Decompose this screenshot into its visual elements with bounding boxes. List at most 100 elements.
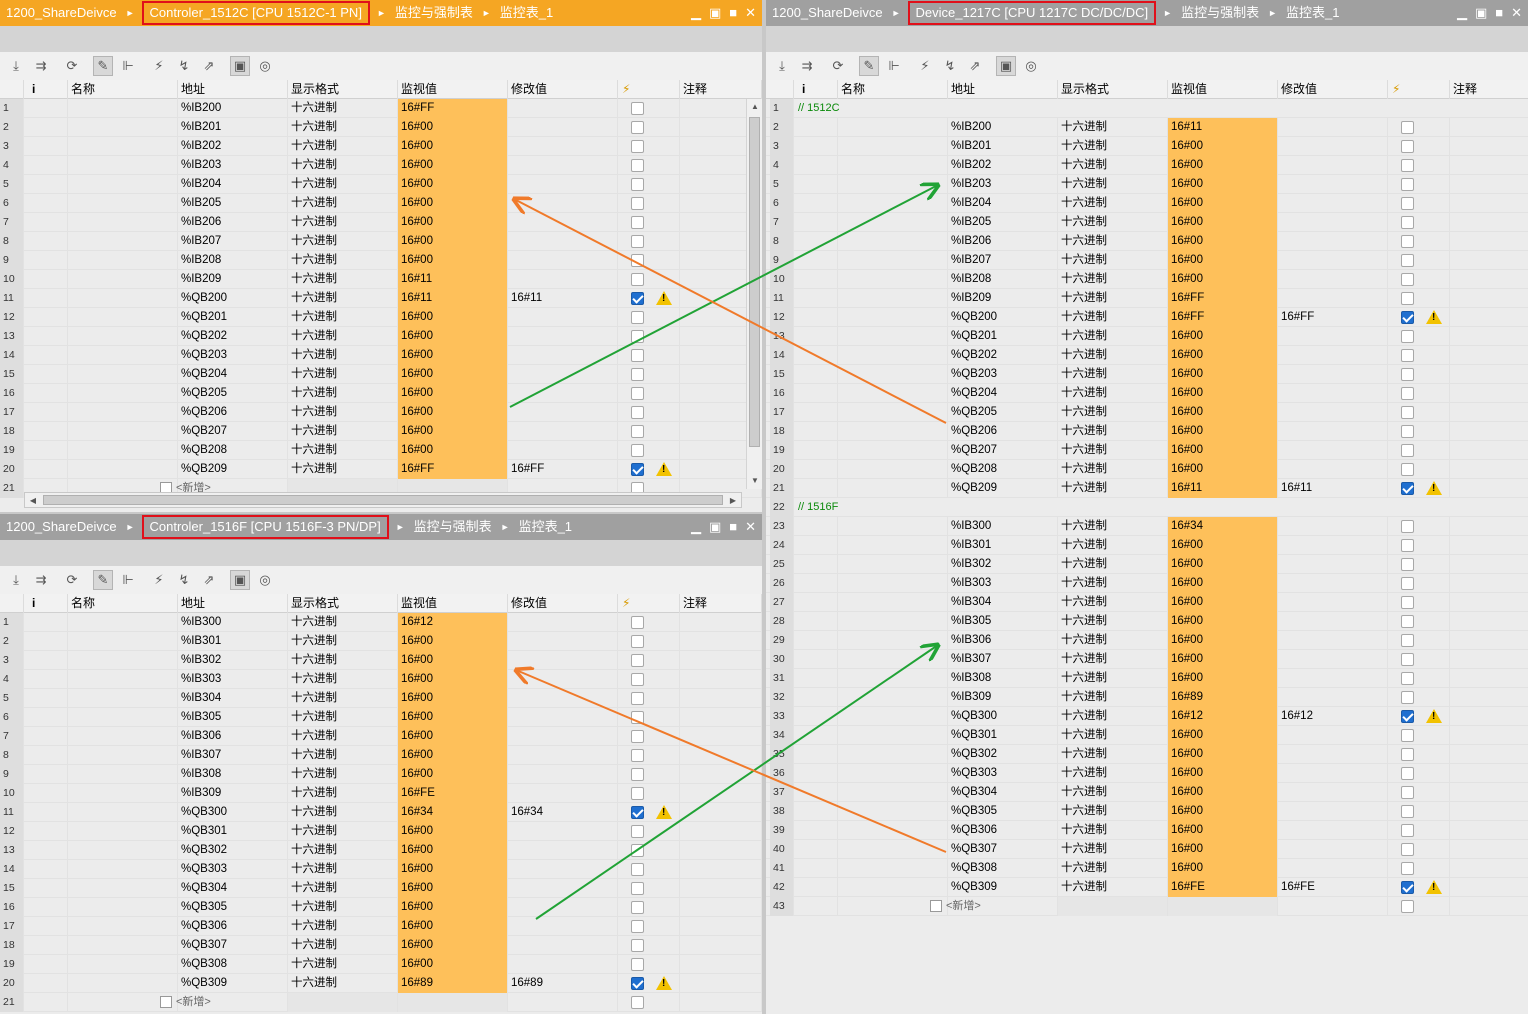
name-cell[interactable] — [838, 631, 948, 650]
name-cell[interactable] — [68, 974, 178, 993]
info-cell[interactable] — [794, 479, 838, 498]
comment-cell[interactable] — [1450, 612, 1528, 631]
header-addr[interactable]: 地址 — [178, 594, 288, 613]
force-checkbox[interactable] — [631, 787, 644, 800]
table-row[interactable]: 13 %QB302 十六进制 16#00 — [0, 841, 762, 860]
modify-value-cell[interactable] — [1278, 631, 1388, 650]
comment-cell[interactable] — [1450, 783, 1528, 802]
address-cell[interactable]: %QB205 — [948, 403, 1058, 422]
address-cell[interactable]: %QB201 — [178, 308, 288, 327]
name-cell[interactable] — [68, 118, 178, 137]
address-cell[interactable]: %IB301 — [178, 632, 288, 651]
name-cell[interactable] — [68, 841, 178, 860]
force-checkbox[interactable] — [1401, 178, 1414, 191]
name-cell[interactable] — [68, 651, 178, 670]
info-cell[interactable] — [794, 308, 838, 327]
force-checkbox[interactable] — [631, 387, 644, 400]
force-checkbox[interactable] — [631, 654, 644, 667]
empty-cell[interactable] — [288, 993, 398, 1012]
modify-now-icon[interactable]: ⚡ — [149, 56, 169, 76]
display-format-cell[interactable]: 十六进制 — [288, 403, 398, 422]
modify-value-cell[interactable] — [1278, 802, 1388, 821]
address-cell[interactable]: %QB302 — [948, 745, 1058, 764]
modify-value-cell[interactable] — [508, 346, 618, 365]
address-cell[interactable]: %IB308 — [178, 765, 288, 784]
address-cell[interactable]: %QB308 — [948, 859, 1058, 878]
modify-value-cell[interactable] — [508, 232, 618, 251]
modify-now-icon[interactable]: ⚡ — [915, 56, 935, 76]
address-cell[interactable]: %QB307 — [178, 936, 288, 955]
address-cell[interactable]: %QB307 — [948, 840, 1058, 859]
modify-value-cell[interactable] — [1278, 365, 1388, 384]
force-checkbox[interactable] — [631, 711, 644, 724]
modify-value-cell[interactable] — [1278, 536, 1388, 555]
table-row[interactable]: 19 %QB207 十六进制 16#00 — [766, 441, 1528, 460]
force-checkbox[interactable] — [631, 216, 644, 229]
info-cell[interactable] — [24, 651, 68, 670]
display-format-cell[interactable]: 十六进制 — [1058, 574, 1168, 593]
info-cell[interactable] — [794, 156, 838, 175]
info-cell[interactable] — [24, 384, 68, 403]
display-format-cell[interactable]: 十六进制 — [288, 308, 398, 327]
maximize-icon[interactable]: ■ — [729, 0, 737, 26]
address-cell[interactable]: %IB303 — [948, 574, 1058, 593]
info-cell[interactable] — [794, 137, 838, 156]
info-cell[interactable] — [794, 821, 838, 840]
monitor-value-cell[interactable]: 16#00 — [1168, 612, 1278, 631]
display-format-cell[interactable]: 十六进制 — [288, 251, 398, 270]
display-format-cell[interactable]: 十六进制 — [1058, 783, 1168, 802]
name-cell[interactable] — [838, 574, 948, 593]
monitor-value-cell[interactable]: 16#89 — [398, 974, 508, 993]
address-cell[interactable]: %IB307 — [178, 746, 288, 765]
monitor-value-cell[interactable]: 16#00 — [398, 346, 508, 365]
monitor-value-cell[interactable]: 16#00 — [1168, 251, 1278, 270]
force-checkbox[interactable] — [631, 768, 644, 781]
scroll-up-icon[interactable]: ▲ — [747, 99, 762, 115]
display-format-cell[interactable]: 十六进制 — [288, 175, 398, 194]
monitor-value-cell[interactable]: 16#00 — [1168, 840, 1278, 859]
table-row[interactable]: 10 %IB209 十六进制 16#11 — [0, 270, 762, 289]
name-cell[interactable] — [838, 517, 948, 536]
force-checkbox[interactable] — [1401, 539, 1414, 552]
address-cell[interactable]: %IB309 — [948, 688, 1058, 707]
address-cell[interactable]: %QB207 — [178, 422, 288, 441]
modify-value-cell[interactable] — [1278, 289, 1388, 308]
comment-cell[interactable] — [1450, 517, 1528, 536]
modify-value-cell[interactable] — [1278, 403, 1388, 422]
force-checkbox[interactable] — [1401, 634, 1414, 647]
force-checkbox[interactable] — [1401, 729, 1414, 742]
info-cell[interactable] — [24, 708, 68, 727]
display-format-cell[interactable]: 十六进制 — [288, 460, 398, 479]
force-checkbox[interactable] — [631, 730, 644, 743]
modify-value-cell[interactable] — [508, 841, 618, 860]
table-row[interactable]: 19 %QB208 十六进制 16#00 — [0, 441, 762, 460]
info-cell[interactable] — [794, 289, 838, 308]
info-cell[interactable] — [24, 251, 68, 270]
show-extended-columns-icon[interactable]: ◎ — [255, 56, 275, 76]
display-format-cell[interactable]: 十六进制 — [288, 974, 398, 993]
info-cell[interactable] — [24, 803, 68, 822]
force-checkbox[interactable] — [631, 273, 644, 286]
force-checkbox[interactable] — [1401, 805, 1414, 818]
header-name[interactable]: 名称 — [68, 80, 178, 99]
modify-value-cell[interactable]: 16#FF — [1278, 308, 1388, 327]
info-cell[interactable] — [24, 289, 68, 308]
info-cell[interactable] — [24, 955, 68, 974]
monitor-toggle-icon[interactable]: ✎ — [859, 56, 879, 76]
header-mod[interactable]: 修改值 — [1278, 80, 1388, 99]
name-cell[interactable] — [68, 460, 178, 479]
force-checkbox[interactable] — [1401, 292, 1414, 305]
modify-value-cell[interactable] — [508, 213, 618, 232]
force-checkbox[interactable] — [631, 463, 644, 476]
minimize-icon[interactable]: ▁ — [691, 0, 701, 26]
display-format-cell[interactable]: 十六进制 — [288, 689, 398, 708]
modify-value-cell[interactable] — [508, 327, 618, 346]
monitor-value-cell[interactable]: 16#00 — [398, 441, 508, 460]
name-cell[interactable] — [68, 879, 178, 898]
name-cell[interactable] — [838, 232, 948, 251]
info-cell[interactable] — [24, 308, 68, 327]
table-row[interactable]: 15 %QB204 十六进制 16#00 — [0, 365, 762, 384]
info-cell[interactable] — [794, 365, 838, 384]
monitor-value-cell[interactable]: 16#00 — [398, 251, 508, 270]
name-cell[interactable] — [838, 821, 948, 840]
